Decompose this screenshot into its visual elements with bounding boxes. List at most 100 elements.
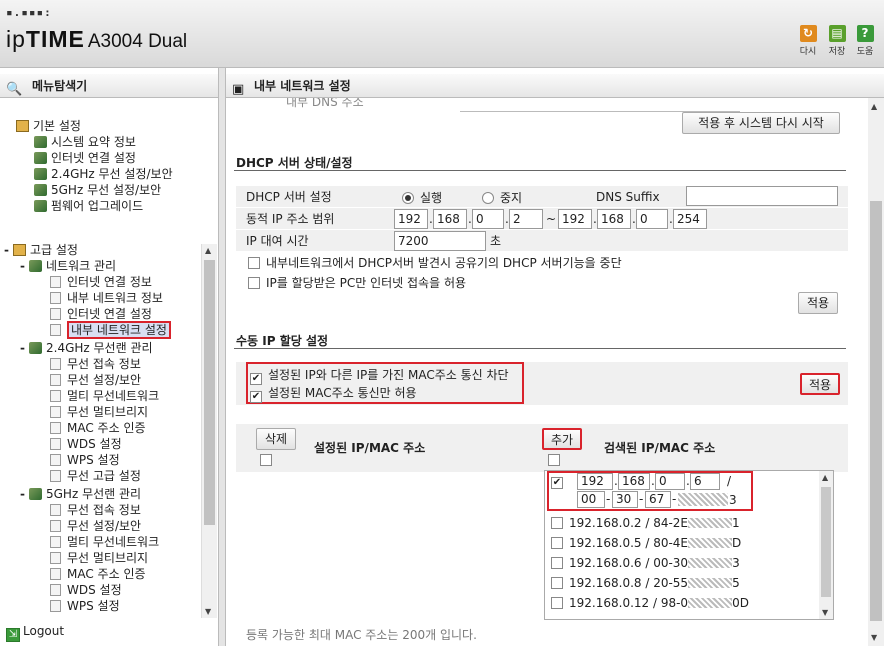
dhcp-on-radio[interactable]: 실행 xyxy=(402,190,442,206)
tree-scroll-thumb[interactable] xyxy=(204,260,215,525)
tree-item[interactable]: 내부 네트워크 정보 xyxy=(50,290,163,306)
collapse-toggle[interactable]: - xyxy=(2,242,11,258)
apply-button[interactable]: 적용 xyxy=(798,292,838,314)
apply-restart-button[interactable]: 적용 후 시스템 다시 시작 xyxy=(682,112,840,134)
tree-item[interactable]: 멀티 무선네트워크 xyxy=(50,534,159,550)
tree-wifi5-label: 5GHz 무선랜 관리 xyxy=(46,487,142,501)
range-end-octet[interactable]: 192 xyxy=(558,209,592,229)
tree-wifi5[interactable]: - 5GHz 무선랜 관리 xyxy=(18,486,141,502)
dns-suffix-input[interactable] xyxy=(686,186,838,206)
content-scroll-thumb[interactable] xyxy=(870,201,882,621)
new-ip-octet[interactable]: 168 xyxy=(618,473,650,490)
scanned-entry[interactable]: 192.168.0.6 / 00-30 3 xyxy=(551,553,740,573)
scanned-scroll-thumb[interactable] xyxy=(821,487,831,597)
save-button[interactable]: ▤ 저장 xyxy=(822,25,852,57)
new-ip-octet[interactable]: 192 xyxy=(577,473,613,490)
block-mismatch-checkbox[interactable]: ✔ 설정된 IP와 다른 IP를 가진 MAC주소 통신 차단 xyxy=(250,367,509,385)
tree-basic-item[interactable]: 시스템 요약 정보 xyxy=(34,134,136,150)
range-start-octet[interactable]: 0 xyxy=(472,209,504,229)
scanned-entry[interactable]: 192.168.0.12 / 98-0 0D xyxy=(551,593,749,613)
range-start-octet[interactable]: 168 xyxy=(433,209,467,229)
allow-assigned-checkbox[interactable]: IP를 할당받은 PC만 인터넷 접속을 허용 xyxy=(248,275,466,291)
new-entry-checkbox[interactable]: ✔ xyxy=(551,477,563,489)
radio-label: 중지 xyxy=(500,191,523,205)
range-end-octet[interactable]: 254 xyxy=(673,209,707,229)
new-mac-octet[interactable]: 00 xyxy=(577,491,605,508)
new-mac-octet[interactable]: 67 xyxy=(645,491,671,508)
tree-item[interactable]: MAC 주소 인증 xyxy=(50,420,146,436)
scroll-up-icon[interactable]: ▲ xyxy=(871,102,877,111)
tree-item[interactable]: WPS 설정 xyxy=(50,452,120,468)
allow-mac-only-checkbox[interactable]: ✔ 설정된 MAC주소 통신만 허용 xyxy=(250,385,417,403)
help-button[interactable]: ? 도움 xyxy=(850,25,880,57)
select-all-configured-checkbox[interactable] xyxy=(260,454,272,466)
lease-time-input[interactable]: 7200 xyxy=(394,231,486,251)
collapse-toggle[interactable]: - xyxy=(18,340,27,356)
tree-item[interactable]: WDS 설정 xyxy=(50,582,122,598)
select-all-scanned-checkbox[interactable] xyxy=(548,454,560,466)
tree-wifi24[interactable]: - 2.4GHz 무선랜 관리 xyxy=(18,340,153,356)
range-start-octet[interactable]: 192 xyxy=(394,209,428,229)
app-header: ▪.▪▪▪: ipTIME A3004 Dual ↻ 다시 ▤ 저장 ? 도움 xyxy=(0,0,884,68)
new-mac-octet[interactable]: 3 xyxy=(729,492,737,508)
tree-item[interactable]: 무선 설정/보안 xyxy=(50,518,141,534)
range-separator: ~ xyxy=(546,212,557,226)
scroll-down-icon[interactable]: ▼ xyxy=(205,607,211,616)
tree-item[interactable]: 인터넷 연결 설정 xyxy=(50,306,152,322)
range-label: 동적 IP 주소 범위 xyxy=(246,212,335,226)
configured-list-label: 설정된 IP/MAC 주소 xyxy=(314,441,426,455)
page-icon xyxy=(50,504,61,516)
logout-link[interactable]: ⇲ Logout xyxy=(6,624,64,642)
tree-item[interactable]: 무선 접속 정보 xyxy=(50,356,141,372)
delete-button[interactable]: 삭제 xyxy=(256,428,296,450)
tree-item[interactable]: 멀티 무선네트워크 xyxy=(50,388,159,404)
scroll-down-icon[interactable]: ▼ xyxy=(822,608,828,617)
collapse-toggle[interactable]: - xyxy=(18,486,27,502)
scanned-entry[interactable]: 192.168.0.5 / 80-4E D xyxy=(551,533,741,553)
collapse-toggle[interactable]: - xyxy=(18,258,27,274)
checkbox-icon xyxy=(248,257,260,269)
tree-network[interactable]: - 네트워크 관리 xyxy=(18,258,116,274)
scroll-down-icon[interactable]: ▼ xyxy=(871,633,877,642)
tree-item-selected[interactable]: 내부 네트워크 설정 xyxy=(50,321,171,339)
radio-icon xyxy=(482,192,494,204)
tree-item[interactable]: WDS 설정 xyxy=(50,436,122,452)
scroll-up-icon[interactable]: ▲ xyxy=(822,473,828,482)
pane-divider[interactable] xyxy=(218,68,226,646)
tree-item[interactable]: 무선 멀티브리지 xyxy=(50,550,148,566)
range-end-octet[interactable]: 168 xyxy=(597,209,631,229)
add-button[interactable]: 추가 xyxy=(542,428,582,450)
tree-item[interactable]: 인터넷 연결 정보 xyxy=(50,274,152,290)
tree-basic-item[interactable]: 펌웨어 업그레이드 xyxy=(34,198,143,214)
tree-item[interactable]: MAC 주소 인증 xyxy=(50,566,146,582)
tree-basic-item[interactable]: 2.4GHz 무선 설정/보안 xyxy=(34,166,173,182)
refresh-button[interactable]: ↻ 다시 xyxy=(793,25,823,57)
tree-advanced[interactable]: - 고급 설정 xyxy=(2,242,78,258)
tree-item[interactable]: 무선 멀티브리지 xyxy=(50,404,148,420)
dhcp-stop-checkbox[interactable]: 내부네트워크에서 DHCP서버 발견시 공유기의 DHCP 서버기능을 중단 xyxy=(248,255,622,271)
content-scrollbar[interactable]: ▲ ▼ xyxy=(868,98,884,646)
tree-scrollbar[interactable]: ▲ ▼ xyxy=(201,244,217,618)
new-ip-octet[interactable]: 6 xyxy=(690,473,720,490)
apply-manual-button[interactable]: 적용 xyxy=(800,373,840,395)
new-mac-octet[interactable]: 30 xyxy=(612,491,638,508)
tree-item-label: WDS 설정 xyxy=(67,583,122,597)
tree-item[interactable]: 무선 고급 설정 xyxy=(50,468,141,484)
dhcp-off-radio[interactable]: 중지 xyxy=(482,190,522,206)
scanned-entry[interactable]: 192.168.0.2 / 84-2E 1 xyxy=(551,513,740,533)
tree-item[interactable]: 무선 접속 정보 xyxy=(50,502,141,518)
scanned-list-scrollbar[interactable]: ▲ ▼ xyxy=(819,471,833,619)
tree-basic-item[interactable]: 5GHz 무선 설정/보안 xyxy=(34,182,161,198)
tree-item[interactable]: 무선 설정/보안 xyxy=(50,372,141,388)
tree-item-label: 무선 멀티브리지 xyxy=(67,551,149,565)
range-end-octet[interactable]: 0 xyxy=(636,209,668,229)
tree-item[interactable]: WPS 설정 xyxy=(50,598,120,614)
tree-basic-item[interactable]: 인터넷 연결 설정 xyxy=(34,150,136,166)
range-start-octet[interactable]: 2 xyxy=(509,209,543,229)
network-icon xyxy=(29,260,42,272)
dns-field-row[interactable] xyxy=(460,98,740,112)
tree-basic[interactable]: 기본 설정 xyxy=(16,118,81,134)
scanned-entry[interactable]: 192.168.0.8 / 20-55 5 xyxy=(551,573,740,593)
scroll-up-icon[interactable]: ▲ xyxy=(205,246,211,255)
new-ip-octet[interactable]: 0 xyxy=(655,473,685,490)
